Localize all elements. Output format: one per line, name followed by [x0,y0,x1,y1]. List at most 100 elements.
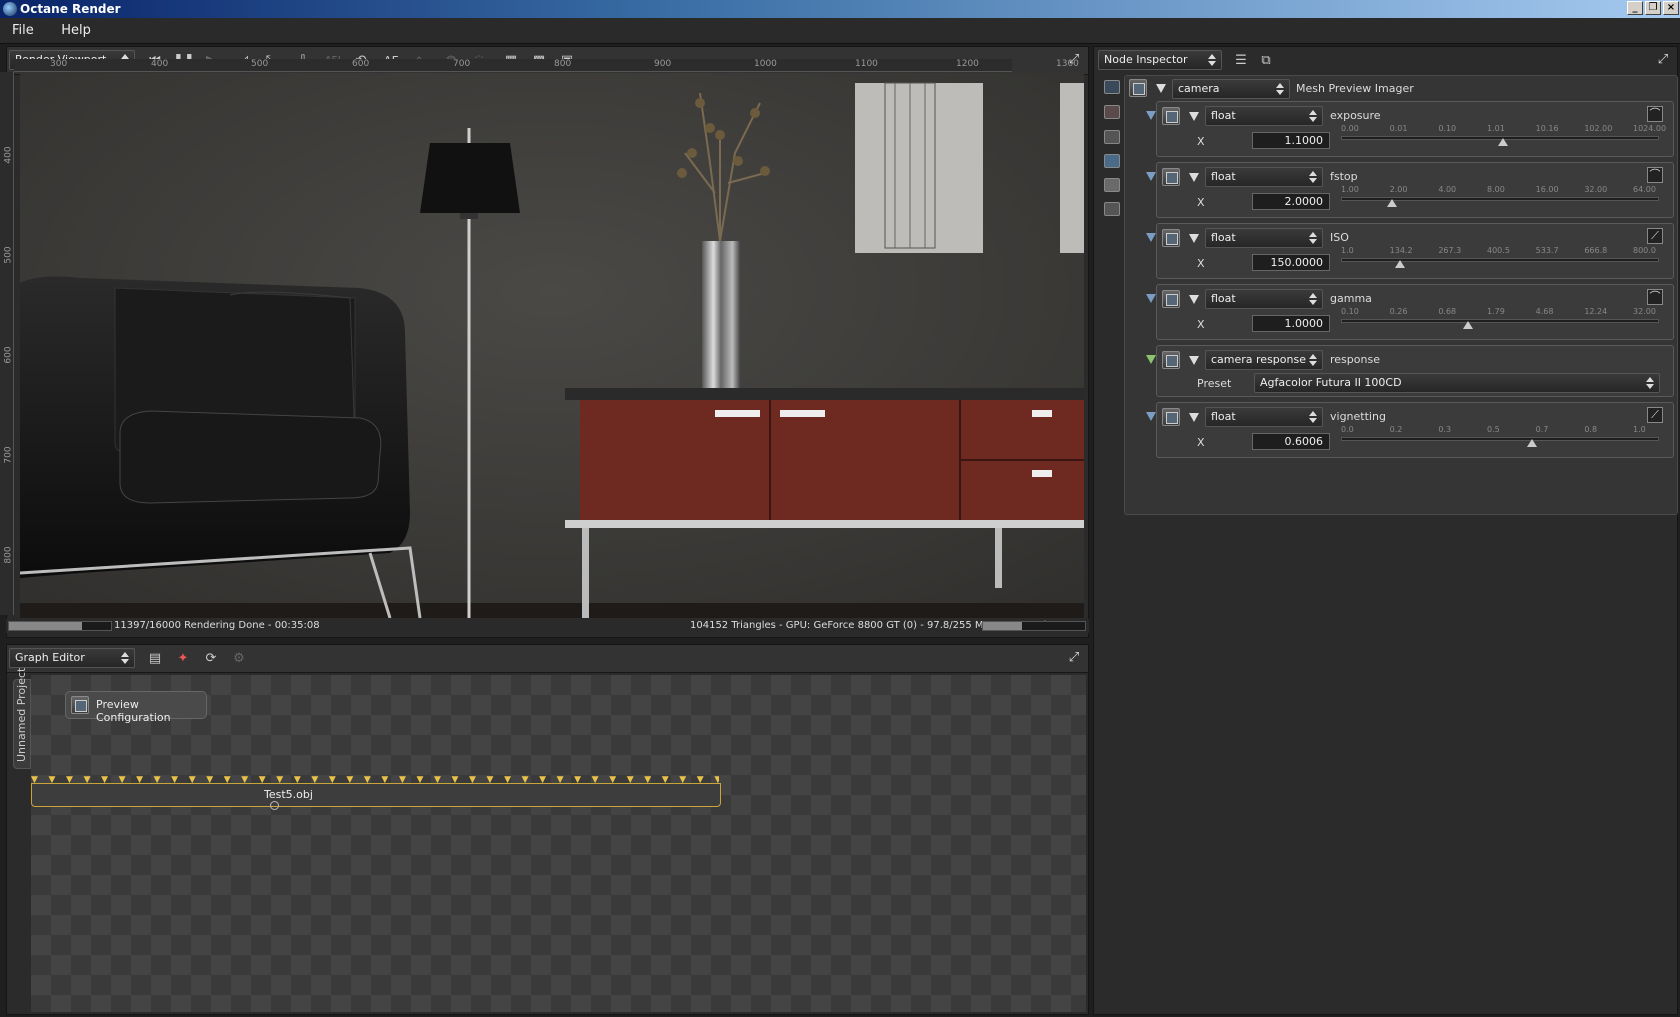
render-target-icon[interactable] [1104,80,1120,94]
project-tab[interactable]: Unnamed Project [13,668,31,769]
graph-editor-mode-select[interactable]: Graph Editor [9,648,135,668]
node-inspector-panel: Node Inspector ☰ ⧉ ⤢ camera Mesh Preview… [1093,46,1678,1015]
vignetting-type-select[interactable]: float [1205,407,1323,427]
camera-node-icon[interactable] [1104,105,1120,119]
slider-tick-label: 0.5 [1487,425,1500,434]
gamma-slider[interactable]: 0.10 0.26 0.68 1.79 4.68 12.24 32.00 [1341,307,1659,339]
vignetting-slider[interactable]: 0.0 0.2 0.3 0.5 0.7 0.8 1.0 [1341,425,1659,457]
kernel-icon[interactable] [1104,202,1120,216]
camera-type-icon[interactable] [1129,79,1147,97]
iso-type-icon[interactable] [1162,229,1180,247]
reload-graph-icon[interactable]: ⟳ [201,649,221,669]
restore-button[interactable]: ❐ [1645,1,1661,15]
ruler-x-tick: 1200 [956,59,979,69]
slider-thumb[interactable] [1386,199,1397,207]
vignetting-type-icon[interactable] [1162,408,1180,426]
slider-thumb[interactable] [1526,439,1537,447]
save-graph-icon[interactable]: ▤ [145,649,165,669]
slider-track[interactable] [1341,437,1659,441]
iso-type-select[interactable]: float [1205,228,1323,248]
add-node-icon[interactable]: ✦ [173,649,193,669]
camera-collapse-toggle[interactable] [1156,84,1166,93]
expand-all-icon[interactable]: ☰ [1231,51,1251,71]
slider-tick-label: 0.26 [1389,307,1408,316]
exposure-curve-icon[interactable]: ⌒ [1647,106,1663,122]
vignetting-label: vignetting [1330,410,1386,423]
vignetting-pin-toggle[interactable] [1146,412,1156,421]
slider-tick-label: 0.00 [1341,124,1359,133]
slider-tick-label: 0.0 [1341,425,1354,434]
gamma-collapse-toggle[interactable] [1189,295,1199,304]
render-image[interactable] [20,73,1084,618]
response-type-icon[interactable] [1162,351,1180,369]
ruler-y-tick: 800 [3,546,14,564]
gamma-type-icon[interactable] [1162,290,1180,308]
gamma-pin-toggle[interactable] [1146,294,1156,303]
gamma-label: gamma [1330,292,1372,305]
camera-type-select[interactable]: camera [1172,79,1290,99]
fstop-type-select[interactable]: float [1205,167,1323,187]
maximize-graph-editor-icon[interactable]: ⤢ [1066,650,1082,666]
maximize-inspector-icon[interactable]: ⤢ [1655,52,1671,68]
gamma-type-label: float [1211,292,1236,305]
collapse-all-icon[interactable]: ⧉ [1256,51,1276,71]
menu-file[interactable]: File [0,18,46,44]
preview-configuration-node[interactable]: Preview Configuration [65,691,207,724]
node-graph-canvas[interactable] [31,675,1086,1012]
response-pin-toggle[interactable] [1146,355,1156,364]
slider-tick-label: 0.10 [1341,307,1359,316]
slider-track[interactable] [1341,258,1659,262]
ruler-y-tick: 500 [3,246,14,264]
fstop-curve-icon[interactable]: ⌒ [1647,167,1663,183]
response-type-select[interactable]: camera response [1205,350,1323,370]
slider-thumb[interactable] [1395,260,1406,268]
slider-tick-label: 0.8 [1584,425,1598,434]
vignetting-collapse-toggle[interactable] [1189,413,1199,422]
inspector-mode-select[interactable]: Node Inspector [1098,50,1222,70]
slider-track[interactable] [1341,319,1659,323]
gamma-value-field[interactable]: 1.0000 [1252,315,1330,332]
vignetting-value-field[interactable]: 0.6006 [1252,433,1330,450]
iso-slider[interactable]: 1.0 134.2 267.3 400.5 533.7 666.8 800.0 [1341,246,1659,278]
fstop-pin-toggle[interactable] [1146,172,1156,181]
octane-app-icon [3,2,17,16]
mesh-icon[interactable] [1104,154,1120,168]
fstop-slider[interactable]: 1.00 2.00 4.00 8.00 16.00 32.00 64.00 [1341,185,1659,217]
exposure-value-field[interactable]: 1.1000 [1252,132,1330,149]
window-titlebar: Octane Render _ ❐ × [0,0,1680,18]
vignetting-param-block: float vignetting ⟋ X 0.6006 0.0 0.2 0.3 0.5… [1156,402,1674,458]
response-collapse-toggle[interactable] [1189,356,1199,365]
iso-pin-toggle[interactable] [1146,233,1156,242]
iso-curve-icon[interactable]: ⟋ [1647,228,1663,244]
close-button[interactable]: × [1663,1,1679,15]
menu-help[interactable]: Help [49,18,103,44]
fstop-collapse-toggle[interactable] [1189,173,1199,182]
exposure-type-icon[interactable] [1162,107,1180,125]
gamma-curve-icon[interactable]: ⌒ [1647,289,1663,305]
exposure-type-select[interactable]: float [1205,106,1323,126]
minimize-button[interactable]: _ [1627,1,1643,15]
memory-usage-fill [983,622,1022,630]
slider-tick-label: 666.8 [1584,246,1608,255]
fstop-type-icon[interactable] [1162,168,1180,186]
imager-icon[interactable] [1104,178,1120,192]
slider-thumb[interactable] [1498,138,1509,146]
render-progress-fill [9,622,82,630]
preset-select[interactable]: Agfacolor Futura II 100CD [1254,373,1660,393]
iso-collapse-toggle[interactable] [1189,234,1199,243]
exposure-pin-toggle[interactable] [1146,111,1156,120]
slider-thumb[interactable] [1463,321,1474,329]
ruler-x-tick: 500 [251,59,269,69]
slider-tick-label: 0.01 [1389,124,1408,133]
fstop-value-field[interactable]: 2.0000 [1252,193,1330,210]
material-icon[interactable]: ⚙ [229,649,249,669]
gamma-type-select[interactable]: float [1205,289,1323,309]
node-label: Preview Configuration [96,698,171,724]
environment-icon[interactable] [1104,130,1120,144]
exposure-collapse-toggle[interactable] [1189,112,1199,121]
iso-value-field[interactable]: 150.0000 [1252,254,1330,271]
vignetting-curve-icon[interactable]: ⟋ [1647,407,1663,423]
mesh-node[interactable]: Test5.obj [31,783,721,810]
exposure-slider[interactable]: 0.00 0.01 0.10 1.01 10.16 102.00 1024.00 [1341,124,1666,156]
mesh-output-pin[interactable] [270,801,279,810]
